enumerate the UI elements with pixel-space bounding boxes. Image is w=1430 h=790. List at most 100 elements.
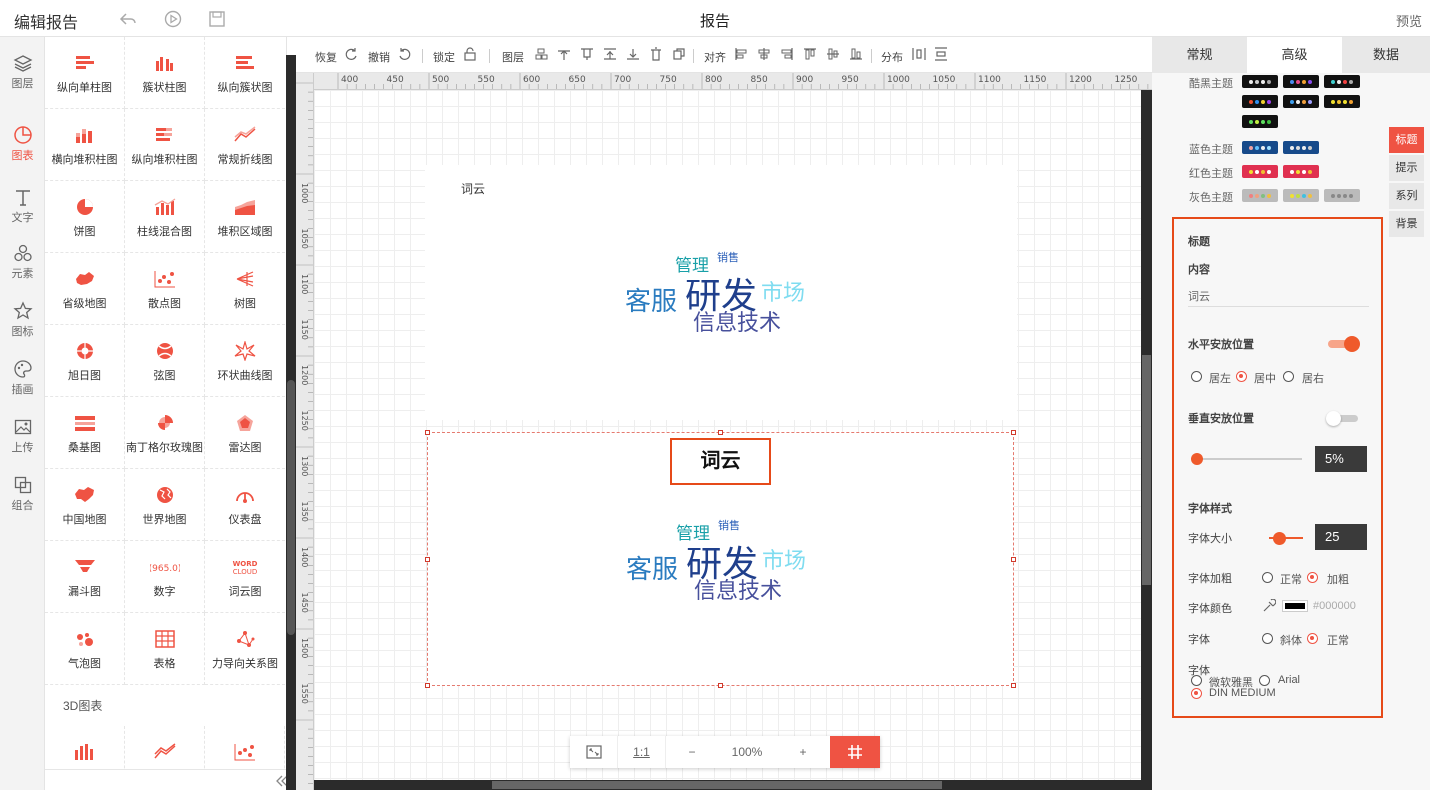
bold-bold-radio[interactable] [1307, 572, 1318, 583]
fit-screen-button[interactable] [570, 736, 618, 768]
rail-item-elements[interactable]: 元素 [0, 237, 45, 295]
component-pie-chart[interactable]: 饼图 [45, 181, 125, 253]
theme-swatch[interactable] [1242, 115, 1278, 128]
layer-bottom-align-icon[interactable] [626, 47, 640, 61]
side-tab-background[interactable]: 背景 [1389, 211, 1424, 237]
theme-swatch[interactable] [1283, 75, 1319, 88]
v-position-slider-track[interactable] [1196, 458, 1302, 460]
component-stacked-area[interactable]: 堆积区域图 [205, 181, 285, 253]
widget-title-highlighted[interactable]: 词云 [670, 438, 771, 485]
component-china-map[interactable]: 中国地图 [45, 469, 125, 541]
zoom-out-button[interactable]: − [666, 736, 718, 768]
component-gauge[interactable]: 仪表盘 [205, 469, 285, 541]
font-size-value[interactable]: 25 [1315, 524, 1367, 550]
zoom-in-button[interactable]: + [776, 736, 830, 768]
component-chord[interactable]: 弦图 [125, 325, 205, 397]
layer-bottom-icon[interactable] [603, 47, 617, 61]
rail-item-layers[interactable]: 图层 [0, 37, 45, 109]
h-right-radio[interactable] [1283, 371, 1294, 382]
align-center-h-icon[interactable] [757, 47, 771, 61]
component-province-map[interactable]: 省级地图 [45, 253, 125, 325]
word-cloud-widget[interactable]: 词云 研发 客服 市场 信息技术 管理 销售 [425, 165, 1017, 420]
rail-item-text[interactable]: 文字 [0, 181, 45, 239]
resize-handle[interactable] [1011, 683, 1016, 688]
v-position-slider-thumb[interactable] [1191, 453, 1203, 465]
rail-item-icons[interactable]: 图标 [0, 295, 45, 353]
component-vertical-bar[interactable]: 纵向单柱图 [45, 37, 125, 109]
component-stacked-bar[interactable]: 横向堆积柱图 [45, 109, 125, 181]
component-radar[interactable]: 雷达图 [205, 397, 285, 469]
align-top-icon[interactable] [803, 47, 817, 61]
copy-icon[interactable] [672, 47, 686, 61]
component-rose-chart[interactable]: 南丁格尔玫瑰图 [125, 397, 205, 469]
undo-button[interactable]: 撤销 [368, 49, 390, 65]
tab-data[interactable]: 数据 [1342, 37, 1430, 73]
normal-style-radio[interactable] [1307, 633, 1318, 644]
title-content-input[interactable]: 词云 [1188, 287, 1369, 307]
theme-swatch[interactable] [1324, 75, 1360, 88]
bold-normal-radio[interactable] [1262, 572, 1273, 583]
component-world-map[interactable]: 世界地图 [125, 469, 205, 541]
theme-swatch[interactable] [1283, 95, 1319, 108]
theme-swatch[interactable] [1283, 165, 1319, 178]
tab-advanced[interactable]: 高级 [1247, 37, 1342, 73]
italic-radio[interactable] [1262, 633, 1273, 644]
side-tab-title[interactable]: 标题 [1389, 127, 1424, 153]
rail-item-charts[interactable]: 图表 [0, 109, 45, 181]
component-bar-line[interactable]: 柱线混合图 [125, 181, 205, 253]
font-size-slider-thumb[interactable] [1273, 532, 1286, 545]
actual-size-button[interactable]: 1:1 [618, 736, 666, 768]
h-position-toggle[interactable] [1328, 336, 1360, 352]
theme-swatch[interactable] [1242, 141, 1278, 154]
component-tree-chart[interactable]: 树图 [205, 253, 285, 325]
component-funnel[interactable]: 漏斗图 [45, 541, 125, 613]
family-yahei-radio[interactable] [1191, 675, 1202, 686]
distribute-vertical-icon[interactable] [934, 47, 948, 61]
font-color-swatch[interactable] [1282, 600, 1308, 612]
redo-button[interactable]: 恢复 [315, 49, 337, 65]
theme-swatch[interactable] [1324, 95, 1360, 108]
family-arial-radio[interactable] [1259, 675, 1270, 686]
canvas-scrollbar-thumb-horizontal[interactable] [492, 781, 942, 789]
theme-swatch[interactable] [1283, 189, 1319, 202]
align-bottom-icon[interactable] [849, 47, 863, 61]
side-tab-series[interactable]: 系列 [1389, 183, 1424, 209]
theme-swatch[interactable] [1242, 75, 1278, 88]
component-ring-curve[interactable]: 环状曲线图 [205, 325, 285, 397]
rail-item-upload[interactable]: 上传 [0, 411, 45, 469]
theme-swatch[interactable] [1242, 165, 1278, 178]
component-scatter[interactable]: 散点图 [125, 253, 205, 325]
component-sankey[interactable]: 桑基图 [45, 397, 125, 469]
v-position-value[interactable]: 5% [1315, 446, 1367, 472]
canvas-scrollbar-thumb-vertical[interactable] [1142, 355, 1151, 585]
v-position-toggle[interactable] [1326, 411, 1358, 426]
resize-handle[interactable] [718, 430, 723, 435]
undo-icon[interactable] [398, 47, 412, 61]
rail-item-group[interactable]: 组合 [0, 469, 45, 527]
resize-handle[interactable] [425, 683, 430, 688]
resize-handle[interactable] [718, 683, 723, 688]
delete-icon[interactable] [649, 47, 663, 61]
distribute-horizontal-icon[interactable] [912, 47, 926, 61]
word-cloud-widget-selected[interactable]: 词云 研发 客服 市场 信息技术 管理 销售 [425, 430, 1016, 688]
component-vertical-cluster[interactable]: 纵向簇状图 [205, 37, 285, 109]
layer-down-icon[interactable] [580, 47, 594, 61]
rail-item-illustration[interactable]: 插画 [0, 353, 45, 411]
h-left-radio[interactable] [1191, 371, 1202, 382]
resize-handle[interactable] [425, 557, 430, 562]
preview-button[interactable]: 预览 [1396, 11, 1422, 30]
layer-top-icon[interactable] [557, 47, 571, 61]
layer-up-icon[interactable] [534, 47, 548, 61]
align-left-icon[interactable] [734, 47, 748, 61]
align-right-icon[interactable] [780, 47, 794, 61]
theme-swatch[interactable] [1242, 189, 1278, 202]
family-din-radio[interactable] [1191, 688, 1202, 699]
component-number[interactable]: (965.0) 数字 [125, 541, 205, 613]
redo-icon[interactable] [344, 47, 358, 61]
side-tab-tooltip[interactable]: 提示 [1389, 155, 1424, 181]
component-cluster-bar[interactable]: 簇状柱图 [125, 37, 205, 109]
component-table[interactable]: 表格 [125, 613, 205, 685]
h-center-radio[interactable] [1236, 371, 1247, 382]
component-vertical-stacked[interactable]: 纵向堆积柱图 [125, 109, 205, 181]
component-bubble[interactable]: 气泡图 [45, 613, 125, 685]
